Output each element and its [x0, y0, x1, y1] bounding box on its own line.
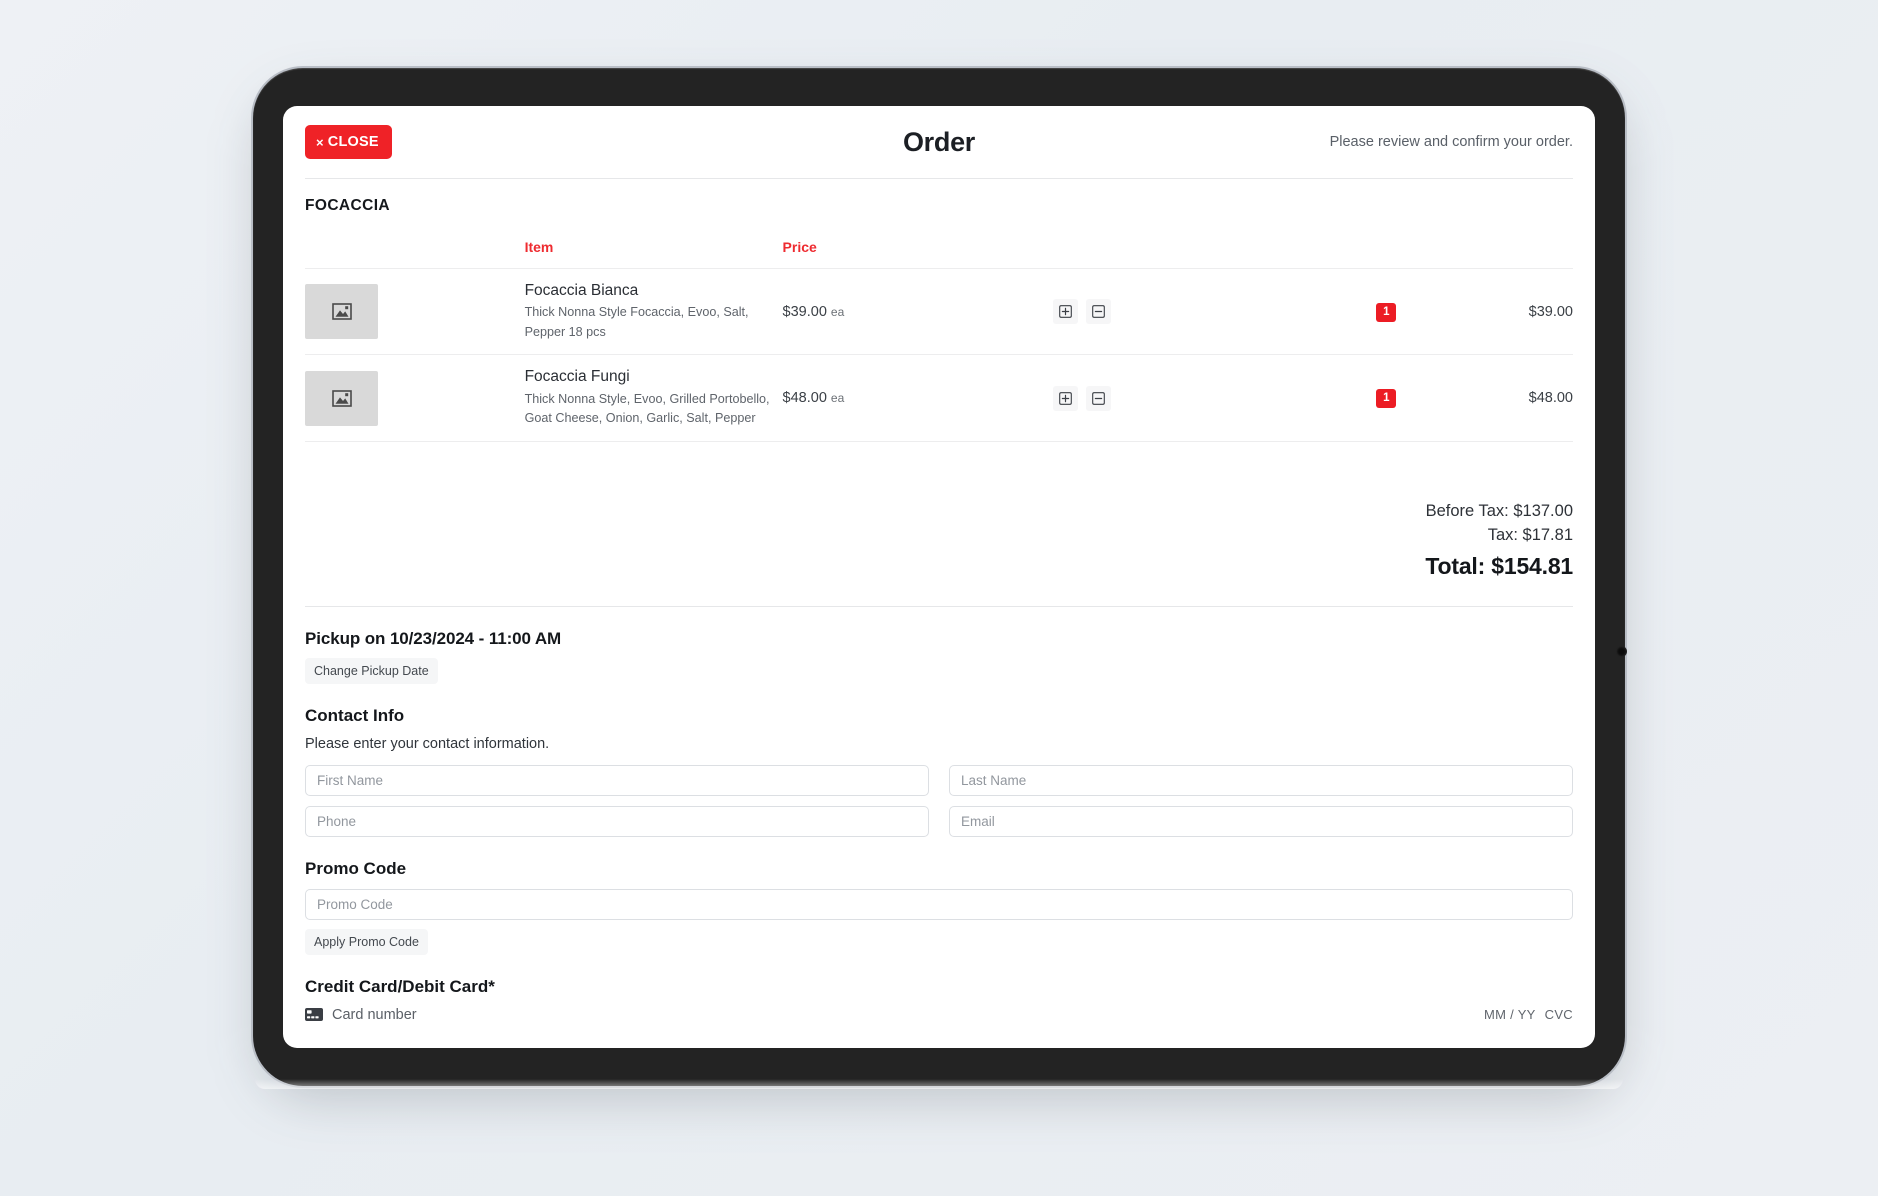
tax-amount: Tax: $17.81 — [1487, 525, 1573, 544]
items-table-wrapper: Item Price Focaccia Bianca Thick Nonna S… — [283, 231, 1595, 442]
quantity-badge-cell: 1 — [1320, 354, 1453, 442]
th-thumbnail — [305, 231, 525, 269]
table-row: Focaccia Fungi Thick Nonna Style, Evoo, … — [305, 354, 1573, 442]
close-button-label: CLOSE — [327, 134, 379, 150]
item-info-cell: Focaccia Fungi Thick Nonna Style, Evoo, … — [524, 354, 783, 442]
contact-info-subtitle: Please enter your contact information. — [305, 735, 550, 752]
card-expiry-label: MM / YY — [1483, 1007, 1536, 1023]
item-unit-price-cell: $39.00 ea — [782, 267, 926, 355]
card-section-title: Credit Card/Debit Card* — [305, 976, 495, 996]
phone-field-wrapper — [305, 805, 929, 837]
table-header-row: Item Price — [305, 231, 1573, 269]
order-totals: Before Tax: $137.00 Tax: $17.81 Total: $… — [283, 442, 1595, 606]
pickup-datetime: Pickup on 10/23/2024 - 11:00 AM — [305, 628, 562, 648]
first-name-field-wrapper — [305, 764, 929, 796]
item-description: Thick Nonna Style, Evoo, Grilled Portobe… — [524, 391, 770, 426]
name-field-row — [305, 764, 1573, 796]
pickup-section: Pickup on 10/23/2024 - 11:00 AM Change P… — [283, 607, 1595, 684]
close-icon: × — [316, 134, 324, 150]
close-button[interactable]: × CLOSE — [305, 125, 392, 159]
item-thumbnail-cell — [305, 267, 525, 355]
th-line-total — [1452, 231, 1573, 269]
quantity-badge: 1 — [1376, 302, 1397, 322]
promo-code-input[interactable] — [305, 888, 1573, 920]
quantity-controls-cell — [925, 267, 1321, 355]
item-info-cell: Focaccia Bianca Thick Nonna Style Focacc… — [524, 267, 783, 355]
decrease-quantity-button[interactable] — [1086, 299, 1112, 325]
item-unit-price: $48.00 — [782, 390, 827, 407]
table-row: Focaccia Bianca Thick Nonna Style Focacc… — [305, 267, 1573, 355]
contact-info-title: Contact Info — [305, 705, 405, 725]
decrease-quantity-button[interactable] — [1086, 385, 1112, 411]
line-total: $48.00 — [1452, 354, 1573, 442]
card-expiry-cvc-labels: MM / YY CVC — [1484, 1007, 1573, 1022]
payment-card-section: Credit Card/Debit Card* Card number MM /… — [283, 955, 1595, 1048]
apply-promo-code-button[interactable]: Apply Promo Code — [305, 928, 428, 955]
email-field-wrapper — [949, 805, 1573, 837]
phone-email-field-row — [305, 805, 1573, 837]
th-item: Item — [524, 239, 554, 255]
card-number-placeholder: Card number — [332, 1006, 417, 1023]
tablet-screen: × CLOSE Order Please review and confirm y… — [283, 106, 1595, 1048]
order-items-table: Item Price Focaccia Bianca Thick Nonna S… — [305, 231, 1573, 442]
item-unit-label: ea — [830, 391, 845, 406]
email-input[interactable] — [949, 805, 1573, 837]
card-number-row[interactable]: Card number MM / YY CVC — [305, 1007, 1573, 1048]
item-name: Focaccia Bianca — [524, 282, 639, 299]
credit-card-icon — [305, 1008, 323, 1022]
last-name-input[interactable] — [949, 764, 1573, 796]
item-name: Focaccia Fungi — [524, 368, 630, 386]
category-label: FOCACCIA — [305, 197, 390, 214]
quantity-badge-cell: 1 — [1320, 267, 1453, 355]
image-placeholder-icon — [305, 370, 378, 426]
th-price: Price — [782, 239, 817, 255]
promo-code-title: Promo Code — [305, 858, 407, 878]
item-thumbnail-cell — [305, 354, 525, 442]
order-total: Total: $154.81 — [1425, 552, 1573, 579]
line-total: $39.00 — [1452, 267, 1573, 355]
item-unit-price: $39.00 — [782, 303, 827, 320]
item-unit-price-cell: $48.00 ea — [782, 354, 926, 442]
order-header: × CLOSE Order Please review and confirm y… — [283, 106, 1595, 178]
image-placeholder-icon — [305, 284, 378, 340]
contact-info-section: Contact Info Please enter your contact i… — [283, 684, 1595, 837]
phone-input[interactable] — [305, 805, 929, 837]
promo-code-section: Promo Code Apply Promo Code — [283, 847, 1595, 955]
last-name-field-wrapper — [949, 764, 1573, 796]
subtotal-before-tax: Before Tax: $137.00 — [1425, 501, 1573, 520]
order-app: × CLOSE Order Please review and confirm y… — [283, 106, 1595, 1048]
item-unit-label: ea — [830, 304, 845, 319]
quantity-controls-cell — [925, 354, 1321, 442]
quantity-badge: 1 — [1376, 389, 1397, 408]
increase-quantity-button[interactable] — [1053, 385, 1079, 411]
th-quantity — [1320, 231, 1452, 269]
header-note: Please review and confirm your order. — [1329, 134, 1573, 150]
device-side-button-icon — [1616, 646, 1627, 657]
item-description: Thick Nonna Style Focaccia, Evoo, Salt, … — [524, 305, 749, 339]
change-pickup-date-button[interactable]: Change Pickup Date — [305, 657, 438, 684]
increase-quantity-button[interactable] — [1053, 299, 1079, 325]
th-quantity-controls — [925, 231, 1320, 269]
first-name-input[interactable] — [305, 764, 929, 796]
card-cvc-label: CVC — [1544, 1007, 1573, 1023]
